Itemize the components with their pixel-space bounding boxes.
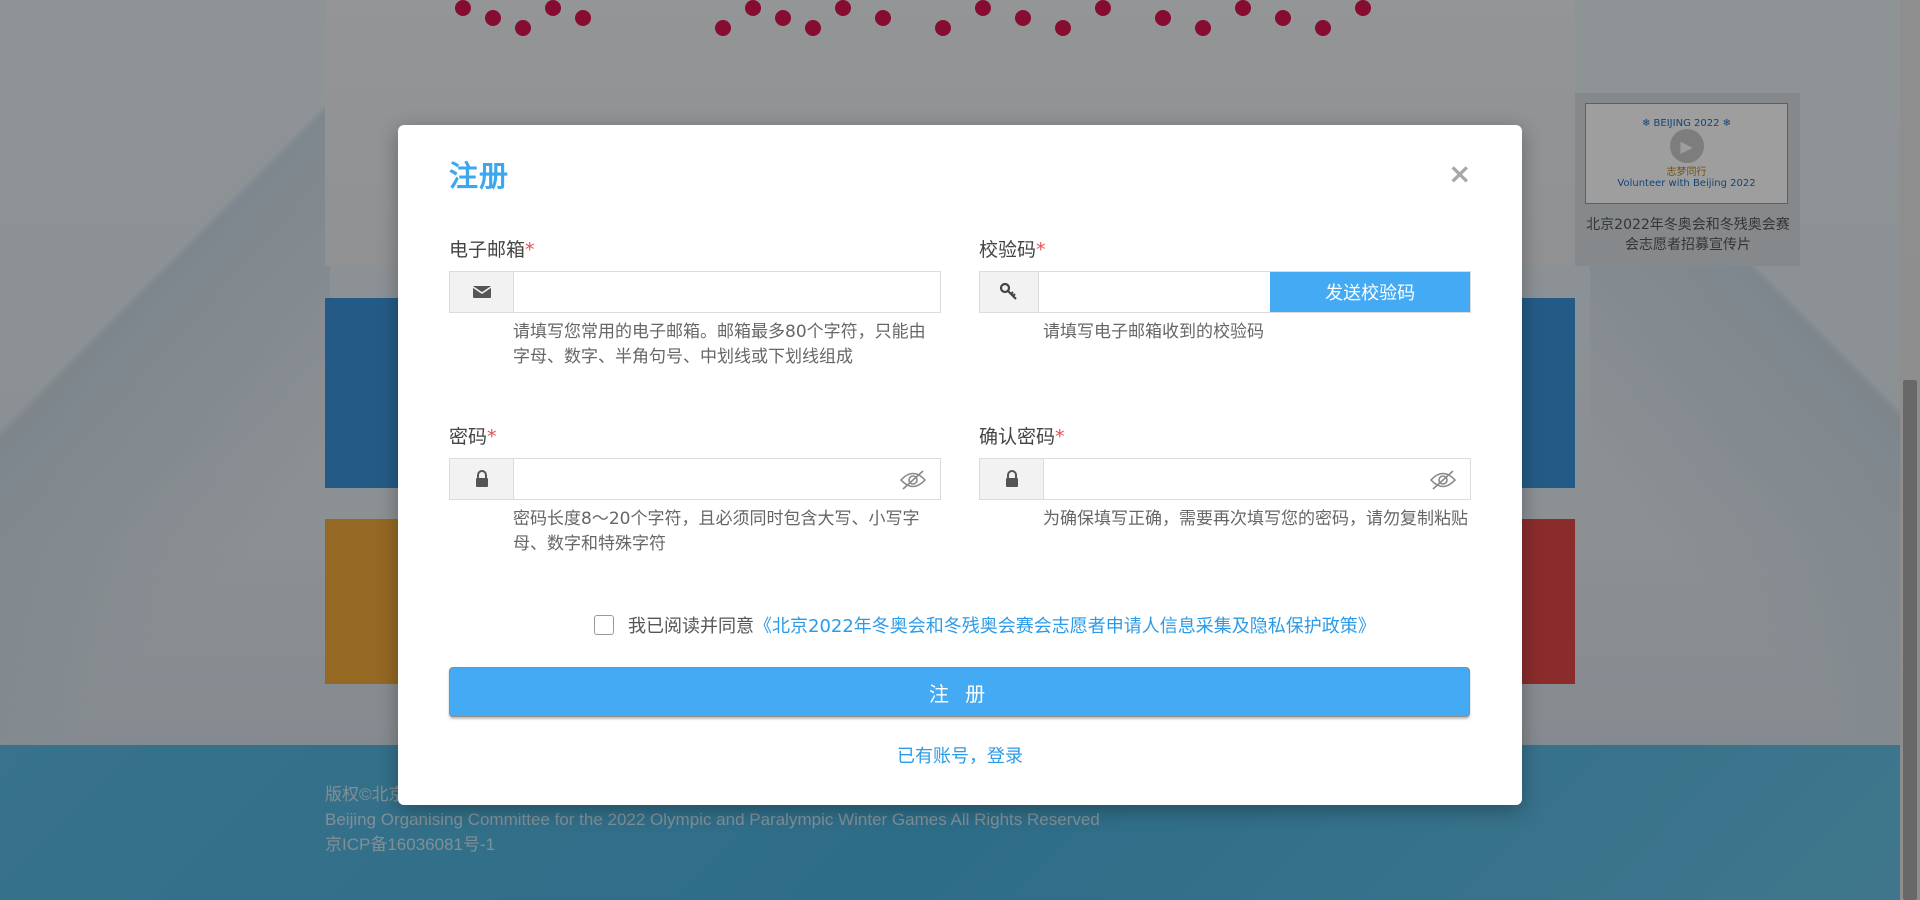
code-field-group: 校验码* 发送校验码 请填写电子邮箱收到的校验码 bbox=[979, 235, 1471, 345]
lock-icon bbox=[980, 459, 1044, 499]
required-mark: * bbox=[487, 426, 497, 448]
close-icon[interactable]: × bbox=[1448, 160, 1471, 188]
register-button[interactable]: 注 册 bbox=[449, 667, 1470, 717]
login-link[interactable]: 已有账号，登录 bbox=[398, 742, 1522, 768]
required-mark: * bbox=[1036, 239, 1046, 261]
password-label-text: 密码 bbox=[449, 426, 488, 448]
email-field-group: 电子邮箱* 请填写您常用的电子邮箱。邮箱最多80个字符，只能由字母、数字、半角句… bbox=[449, 235, 941, 370]
code-help: 请填写电子邮箱收到的校验码 bbox=[1043, 322, 1264, 342]
dialog-title: 注册 bbox=[449, 159, 510, 193]
eye-slash-icon[interactable] bbox=[899, 469, 927, 491]
password-label: 密码* bbox=[449, 422, 941, 450]
code-label-text: 校验码 bbox=[979, 239, 1037, 261]
required-mark: * bbox=[525, 239, 535, 261]
email-input-group bbox=[449, 271, 941, 313]
required-mark: * bbox=[1055, 426, 1065, 448]
password-input[interactable] bbox=[514, 459, 940, 499]
email-input[interactable] bbox=[514, 272, 940, 312]
key-icon bbox=[980, 272, 1040, 312]
agreement-row: 我已阅读并同意 《北京2022年冬奥会和冬残奥会赛会志愿者申请人信息采集及隐私保… bbox=[594, 612, 1376, 638]
confirm-password-input[interactable] bbox=[1044, 459, 1470, 499]
register-dialog: 注册 × 电子邮箱* 请填写您常用的电子邮箱。邮箱最多80个字符，只能由字母、数… bbox=[398, 125, 1522, 805]
confirm-password-help: 为确保填写正确，需要再次填写您的密码，请勿复制粘贴 bbox=[1043, 509, 1468, 529]
agreement-checkbox[interactable] bbox=[594, 615, 614, 635]
code-input[interactable] bbox=[1039, 272, 1271, 312]
password-input-group bbox=[449, 458, 941, 500]
email-label: 电子邮箱* bbox=[449, 235, 941, 263]
agreement-text: 我已阅读并同意 bbox=[628, 616, 754, 637]
password-field-group: 密码* 密码长度8～20个字符，且必须同时包含大写、小写字母、数字和特殊字符 bbox=[449, 422, 941, 557]
confirm-password-label-text: 确认密码 bbox=[979, 426, 1056, 448]
password-help: 密码长度8～20个字符，且必须同时包含大写、小写字母、数字和特殊字符 bbox=[513, 509, 920, 554]
code-label: 校验码* bbox=[979, 235, 1471, 263]
confirm-password-field-group: 确认密码* 为确保填写正确，需要再次填写您的密码，请勿复制粘贴 bbox=[979, 422, 1471, 532]
send-code-button[interactable]: 发送校验码 bbox=[1270, 272, 1470, 312]
lock-icon bbox=[450, 459, 514, 499]
privacy-policy-link[interactable]: 《北京2022年冬奥会和冬残奥会赛会志愿者申请人信息采集及隐私保护政策》 bbox=[754, 612, 1376, 638]
confirm-password-input-group bbox=[979, 458, 1471, 500]
code-input-group: 发送校验码 bbox=[979, 271, 1471, 313]
eye-slash-icon[interactable] bbox=[1429, 469, 1457, 491]
email-label-text: 电子邮箱 bbox=[449, 239, 526, 261]
email-help: 请填写您常用的电子邮箱。邮箱最多80个字符，只能由字母、数字、半角句号、中划线或… bbox=[513, 322, 926, 367]
envelope-icon bbox=[450, 272, 514, 312]
confirm-password-label: 确认密码* bbox=[979, 422, 1471, 450]
